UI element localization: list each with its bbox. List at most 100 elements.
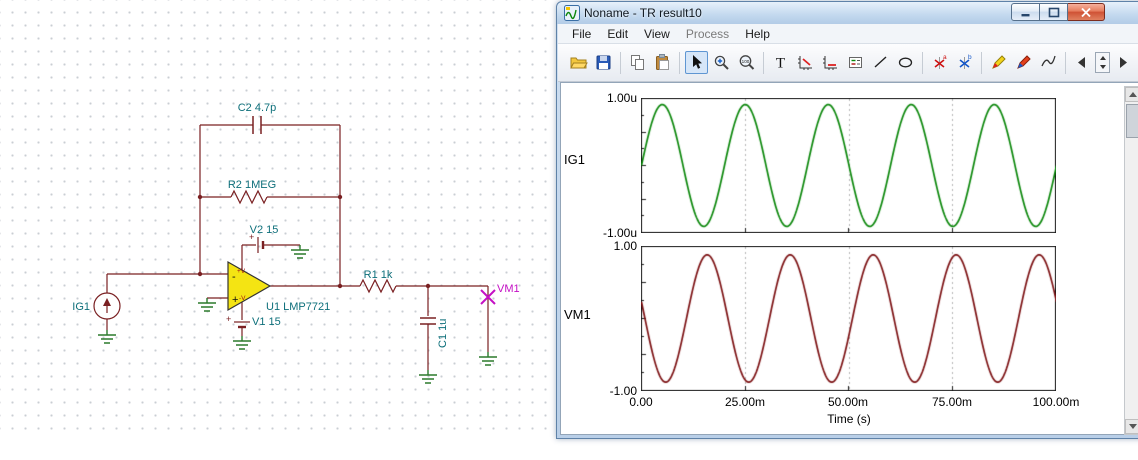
c2-label[interactable]: C2 4.7p bbox=[238, 102, 277, 114]
toolbar-separator bbox=[763, 51, 764, 74]
menubar: File Edit View Process Help bbox=[558, 24, 1138, 44]
vertical-scrollbar[interactable] bbox=[1124, 86, 1138, 435]
line-tool-icon bbox=[874, 56, 887, 68]
circuit-drawing[interactable]: - + +V -V + + C2 4.7p R2 1MEG V2 15 V1 1… bbox=[0, 0, 554, 437]
spinner-up[interactable] bbox=[1096, 53, 1109, 63]
cursor-a-button[interactable]: a bbox=[928, 51, 951, 74]
x-tick-0: 0.00 bbox=[629, 395, 653, 409]
v1-polarity: + bbox=[226, 314, 231, 324]
zoom-100-icon: 100 bbox=[739, 55, 755, 70]
tr-result-window: Noname - TR result10 File Edit View Proc… bbox=[556, 1, 1138, 439]
opamp-inverting-mark: - bbox=[232, 271, 236, 283]
resistor-r1-symbol[interactable] bbox=[359, 278, 397, 294]
menu-file[interactable]: File bbox=[564, 25, 599, 43]
v1-label[interactable]: V1 15 bbox=[252, 316, 281, 328]
line-tool-button[interactable] bbox=[869, 51, 892, 74]
marker-yellow-button[interactable] bbox=[987, 51, 1010, 74]
axis-x-scale-button[interactable] bbox=[794, 51, 817, 74]
zoom-in-icon bbox=[714, 55, 729, 70]
zoom-100-button[interactable]: 100 bbox=[735, 51, 758, 74]
cursor-icon bbox=[693, 55, 702, 69]
page-right-icon bbox=[1120, 57, 1127, 68]
ground-symbol[interactable] bbox=[291, 245, 309, 259]
ig1-ymax-label: 1.00u bbox=[606, 91, 637, 105]
legend-button[interactable] bbox=[844, 51, 867, 74]
capacitor-c2-symbol[interactable] bbox=[252, 116, 262, 134]
ground-symbol[interactable] bbox=[98, 330, 116, 344]
paste-icon bbox=[656, 54, 669, 70]
page-left-button[interactable] bbox=[1071, 51, 1094, 74]
r1-label[interactable]: R1 1k bbox=[364, 269, 393, 281]
window-title: Noname - TR result10 bbox=[584, 6, 702, 20]
zoom-in-button[interactable] bbox=[710, 51, 733, 74]
save-button[interactable] bbox=[592, 51, 615, 74]
ellipse-tool-icon bbox=[898, 57, 913, 68]
ground-symbol[interactable] bbox=[419, 370, 437, 384]
schematic-editor[interactable]: - + +V -V + + C2 4.7p R2 1MEG V2 15 V1 1… bbox=[0, 0, 554, 437]
close-button[interactable] bbox=[1068, 3, 1105, 21]
x-tick-25m: 25.00m bbox=[724, 395, 766, 409]
maximize-button[interactable] bbox=[1040, 3, 1068, 21]
capacitor-c1-symbol[interactable] bbox=[420, 317, 436, 325]
paste-button[interactable] bbox=[651, 51, 674, 74]
wire bbox=[241, 244, 256, 270]
text-tool-icon: T bbox=[776, 56, 785, 72]
ground-symbol[interactable] bbox=[198, 298, 216, 312]
maximize-icon bbox=[1048, 7, 1059, 17]
copy-button[interactable] bbox=[626, 51, 649, 74]
opamp-vminus-mark: -V bbox=[239, 295, 246, 302]
opamp-noninverting-mark: + bbox=[232, 294, 238, 306]
opamp-vplus-mark: +V bbox=[237, 268, 246, 275]
vm1-chart-canvas[interactable] bbox=[641, 246, 1056, 391]
v2-label[interactable]: V2 15 bbox=[250, 224, 279, 236]
toolbar-separator bbox=[1065, 51, 1066, 74]
select-tool-button[interactable] bbox=[685, 51, 708, 74]
marker-yellow-icon bbox=[992, 55, 1006, 69]
page-right-button[interactable] bbox=[1111, 51, 1134, 74]
interval-spinner[interactable] bbox=[1095, 52, 1110, 73]
menu-edit[interactable]: Edit bbox=[599, 25, 636, 43]
scroll-down-icon bbox=[1128, 424, 1137, 429]
open-folder-icon bbox=[570, 57, 588, 69]
ground-symbol[interactable] bbox=[479, 352, 497, 366]
menu-process[interactable]: Process bbox=[678, 25, 737, 43]
text-tool-button[interactable]: T bbox=[769, 51, 792, 74]
close-icon bbox=[1081, 7, 1091, 17]
vm1-label[interactable]: VM1 bbox=[497, 283, 520, 295]
svg-text:b: b bbox=[968, 54, 972, 61]
ig1-chart-canvas[interactable] bbox=[641, 98, 1056, 233]
axis-y-scale-button[interactable] bbox=[819, 51, 842, 74]
toolbar-separator bbox=[679, 51, 680, 74]
ellipse-tool-button[interactable] bbox=[894, 51, 917, 74]
axis-x-scale-icon bbox=[798, 56, 812, 70]
interpolate-button[interactable] bbox=[1037, 51, 1060, 74]
toolbar-separator bbox=[922, 51, 923, 74]
vm1-ymax-label: 1.00 bbox=[613, 239, 637, 253]
cursor-b-button[interactable]: b bbox=[953, 51, 976, 74]
open-button[interactable] bbox=[567, 51, 590, 74]
r2-label[interactable]: R2 1MEG bbox=[228, 179, 276, 191]
opamp-u1[interactable]: - + +V -V bbox=[227, 260, 272, 312]
marker-red-icon bbox=[1017, 55, 1031, 69]
titlebar[interactable]: Noname - TR result10 bbox=[557, 2, 1138, 24]
ig1-label[interactable]: IG1 bbox=[72, 301, 90, 313]
spinner-down[interactable] bbox=[1096, 63, 1109, 73]
scroll-down-button[interactable] bbox=[1125, 419, 1138, 434]
resistor-r2-symbol[interactable] bbox=[230, 189, 268, 205]
ground-symbol[interactable] bbox=[233, 336, 251, 350]
c1-label[interactable]: C1 1u bbox=[437, 319, 449, 348]
menu-help[interactable]: Help bbox=[737, 25, 778, 43]
ig1-ymin-label: -1.00u bbox=[602, 226, 637, 240]
marker-red-button[interactable] bbox=[1012, 51, 1035, 74]
scrollbar-thumb[interactable] bbox=[1126, 104, 1138, 138]
cursor-b-icon: b bbox=[959, 54, 972, 69]
svg-text:100: 100 bbox=[742, 59, 750, 64]
u1-label[interactable]: U1 LMP7721 bbox=[266, 301, 330, 313]
x-axis-title: Time (s) bbox=[827, 412, 871, 426]
minimize-button[interactable] bbox=[1011, 3, 1040, 21]
svg-text:T: T bbox=[776, 56, 785, 72]
scroll-up-icon bbox=[1128, 92, 1137, 97]
menu-view[interactable]: View bbox=[636, 25, 678, 43]
spinner-down-icon bbox=[1099, 65, 1106, 70]
scroll-up-button[interactable] bbox=[1125, 87, 1138, 102]
